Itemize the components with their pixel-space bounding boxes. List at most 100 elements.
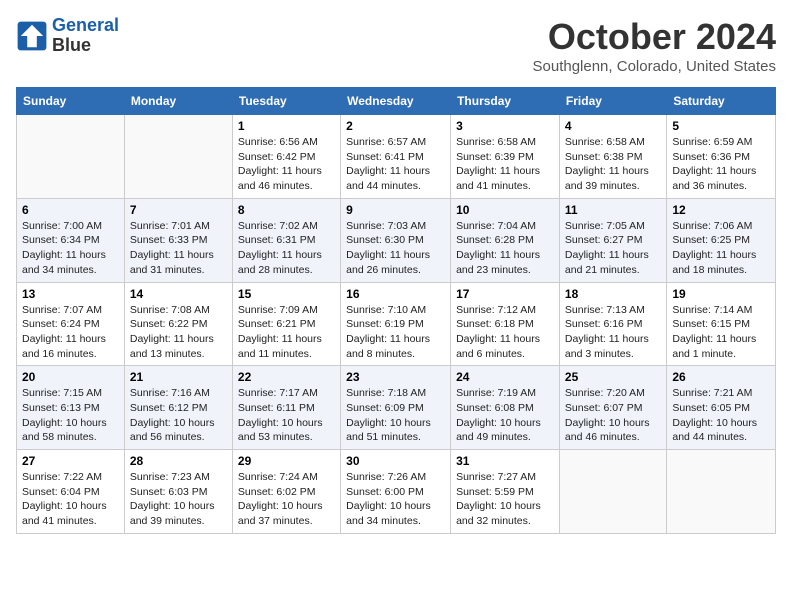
day-number: 28 bbox=[130, 454, 227, 468]
day-info: Sunrise: 6:56 AM Sunset: 6:42 PM Dayligh… bbox=[238, 135, 335, 194]
weekday-header: Wednesday bbox=[341, 88, 451, 115]
day-info: Sunrise: 7:02 AM Sunset: 6:31 PM Dayligh… bbox=[238, 219, 335, 278]
day-info: Sunrise: 7:21 AM Sunset: 6:05 PM Dayligh… bbox=[672, 386, 770, 445]
day-number: 21 bbox=[130, 370, 227, 384]
day-info: Sunrise: 7:20 AM Sunset: 6:07 PM Dayligh… bbox=[565, 386, 661, 445]
weekday-header: Friday bbox=[559, 88, 666, 115]
day-number: 11 bbox=[565, 203, 661, 217]
page-header: General Blue October 2024 Southglenn, Co… bbox=[16, 16, 776, 75]
day-number: 23 bbox=[346, 370, 445, 384]
day-number: 7 bbox=[130, 203, 227, 217]
day-info: Sunrise: 6:58 AM Sunset: 6:38 PM Dayligh… bbox=[565, 135, 661, 194]
day-info: Sunrise: 7:15 AM Sunset: 6:13 PM Dayligh… bbox=[22, 386, 119, 445]
day-number: 13 bbox=[22, 287, 119, 301]
calendar-week-row: 6 Sunrise: 7:00 AM Sunset: 6:34 PM Daylig… bbox=[17, 198, 776, 282]
day-number: 1 bbox=[238, 119, 335, 133]
day-info: Sunrise: 7:18 AM Sunset: 6:09 PM Dayligh… bbox=[346, 386, 445, 445]
calendar-cell: 4 Sunrise: 6:58 AM Sunset: 6:38 PM Daylig… bbox=[559, 115, 666, 199]
day-info: Sunrise: 7:04 AM Sunset: 6:28 PM Dayligh… bbox=[456, 219, 554, 278]
day-info: Sunrise: 7:26 AM Sunset: 6:00 PM Dayligh… bbox=[346, 470, 445, 529]
calendar-week-row: 20 Sunrise: 7:15 AM Sunset: 6:13 PM Dayli… bbox=[17, 366, 776, 450]
calendar-cell: 12 Sunrise: 7:06 AM Sunset: 6:25 PM Dayli… bbox=[667, 198, 776, 282]
calendar-cell: 26 Sunrise: 7:21 AM Sunset: 6:05 PM Dayli… bbox=[667, 366, 776, 450]
day-number: 30 bbox=[346, 454, 445, 468]
day-number: 14 bbox=[130, 287, 227, 301]
day-number: 27 bbox=[22, 454, 119, 468]
calendar-week-row: 1 Sunrise: 6:56 AM Sunset: 6:42 PM Daylig… bbox=[17, 115, 776, 199]
day-info: Sunrise: 6:58 AM Sunset: 6:39 PM Dayligh… bbox=[456, 135, 554, 194]
day-info: Sunrise: 7:13 AM Sunset: 6:16 PM Dayligh… bbox=[565, 303, 661, 362]
day-number: 26 bbox=[672, 370, 770, 384]
calendar-week-row: 13 Sunrise: 7:07 AM Sunset: 6:24 PM Dayli… bbox=[17, 282, 776, 366]
day-number: 22 bbox=[238, 370, 335, 384]
calendar-cell bbox=[17, 115, 125, 199]
calendar-cell: 14 Sunrise: 7:08 AM Sunset: 6:22 PM Dayli… bbox=[124, 282, 232, 366]
weekday-header: Monday bbox=[124, 88, 232, 115]
day-info: Sunrise: 7:27 AM Sunset: 5:59 PM Dayligh… bbox=[456, 470, 554, 529]
title-block: October 2024 Southglenn, Colorado, Unite… bbox=[533, 16, 777, 75]
day-number: 18 bbox=[565, 287, 661, 301]
calendar-cell: 24 Sunrise: 7:19 AM Sunset: 6:08 PM Dayli… bbox=[451, 366, 560, 450]
calendar-cell: 27 Sunrise: 7:22 AM Sunset: 6:04 PM Dayli… bbox=[17, 450, 125, 534]
calendar-cell: 31 Sunrise: 7:27 AM Sunset: 5:59 PM Dayli… bbox=[451, 450, 560, 534]
day-info: Sunrise: 7:03 AM Sunset: 6:30 PM Dayligh… bbox=[346, 219, 445, 278]
calendar-cell: 17 Sunrise: 7:12 AM Sunset: 6:18 PM Dayli… bbox=[451, 282, 560, 366]
day-number: 19 bbox=[672, 287, 770, 301]
calendar-cell: 10Sunrise: 7:04 AM Sunset: 6:28 PM Dayli… bbox=[451, 198, 560, 282]
day-number: 16 bbox=[346, 287, 445, 301]
day-info: Sunrise: 7:14 AM Sunset: 6:15 PM Dayligh… bbox=[672, 303, 770, 362]
calendar-cell bbox=[124, 115, 232, 199]
month-title: October 2024 bbox=[533, 16, 777, 58]
calendar-cell: 28 Sunrise: 7:23 AM Sunset: 6:03 PM Dayli… bbox=[124, 450, 232, 534]
day-number: 31 bbox=[456, 454, 554, 468]
day-info: Sunrise: 7:19 AM Sunset: 6:08 PM Dayligh… bbox=[456, 386, 554, 445]
day-info: Sunrise: 7:07 AM Sunset: 6:24 PM Dayligh… bbox=[22, 303, 119, 362]
calendar-cell: 11 Sunrise: 7:05 AM Sunset: 6:27 PM Dayli… bbox=[559, 198, 666, 282]
day-info: Sunrise: 7:06 AM Sunset: 6:25 PM Dayligh… bbox=[672, 219, 770, 278]
calendar-cell: 9 Sunrise: 7:03 AM Sunset: 6:30 PM Daylig… bbox=[341, 198, 451, 282]
day-info: Sunrise: 7:23 AM Sunset: 6:03 PM Dayligh… bbox=[130, 470, 227, 529]
day-info: Sunrise: 6:57 AM Sunset: 6:41 PM Dayligh… bbox=[346, 135, 445, 194]
day-number: 5 bbox=[672, 119, 770, 133]
day-number: 4 bbox=[565, 119, 661, 133]
day-info: Sunrise: 7:00 AM Sunset: 6:34 PM Dayligh… bbox=[22, 219, 119, 278]
logo-text: General Blue bbox=[52, 16, 119, 56]
calendar-cell bbox=[667, 450, 776, 534]
calendar-cell: 22 Sunrise: 7:17 AM Sunset: 6:11 PM Dayli… bbox=[232, 366, 340, 450]
calendar-week-row: 27 Sunrise: 7:22 AM Sunset: 6:04 PM Dayli… bbox=[17, 450, 776, 534]
calendar-cell: 5 Sunrise: 6:59 AM Sunset: 6:36 PM Daylig… bbox=[667, 115, 776, 199]
day-info: Sunrise: 7:16 AM Sunset: 6:12 PM Dayligh… bbox=[130, 386, 227, 445]
day-number: 29 bbox=[238, 454, 335, 468]
calendar-cell: 6 Sunrise: 7:00 AM Sunset: 6:34 PM Daylig… bbox=[17, 198, 125, 282]
day-info: Sunrise: 7:08 AM Sunset: 6:22 PM Dayligh… bbox=[130, 303, 227, 362]
day-number: 17 bbox=[456, 287, 554, 301]
calendar-cell: 30 Sunrise: 7:26 AM Sunset: 6:00 PM Dayli… bbox=[341, 450, 451, 534]
weekday-header: Saturday bbox=[667, 88, 776, 115]
calendar-cell: 3 Sunrise: 6:58 AM Sunset: 6:39 PM Daylig… bbox=[451, 115, 560, 199]
day-info: Sunrise: 7:05 AM Sunset: 6:27 PM Dayligh… bbox=[565, 219, 661, 278]
day-number: 25 bbox=[565, 370, 661, 384]
day-number: 24 bbox=[456, 370, 554, 384]
day-number: 3 bbox=[456, 119, 554, 133]
day-number: 2 bbox=[346, 119, 445, 133]
calendar-cell: 2 Sunrise: 6:57 AM Sunset: 6:41 PM Daylig… bbox=[341, 115, 451, 199]
calendar-cell: 1 Sunrise: 6:56 AM Sunset: 6:42 PM Daylig… bbox=[232, 115, 340, 199]
day-info: Sunrise: 7:17 AM Sunset: 6:11 PM Dayligh… bbox=[238, 386, 335, 445]
day-number: 12 bbox=[672, 203, 770, 217]
day-number: 9 bbox=[346, 203, 445, 217]
day-number: 6 bbox=[22, 203, 119, 217]
calendar-cell: 19 Sunrise: 7:14 AM Sunset: 6:15 PM Dayli… bbox=[667, 282, 776, 366]
day-info: Sunrise: 6:59 AM Sunset: 6:36 PM Dayligh… bbox=[672, 135, 770, 194]
day-number: 8 bbox=[238, 203, 335, 217]
calendar-table: SundayMondayTuesdayWednesdayThursdayFrid… bbox=[16, 87, 776, 534]
weekday-header: Sunday bbox=[17, 88, 125, 115]
day-info: Sunrise: 7:22 AM Sunset: 6:04 PM Dayligh… bbox=[22, 470, 119, 529]
day-info: Sunrise: 7:09 AM Sunset: 6:21 PM Dayligh… bbox=[238, 303, 335, 362]
day-number: 15 bbox=[238, 287, 335, 301]
calendar-cell: 20 Sunrise: 7:15 AM Sunset: 6:13 PM Dayli… bbox=[17, 366, 125, 450]
day-info: Sunrise: 7:12 AM Sunset: 6:18 PM Dayligh… bbox=[456, 303, 554, 362]
day-number: 20 bbox=[22, 370, 119, 384]
calendar-body: 1 Sunrise: 6:56 AM Sunset: 6:42 PM Daylig… bbox=[17, 115, 776, 534]
weekday-header: Tuesday bbox=[232, 88, 340, 115]
calendar-cell: 25 Sunrise: 7:20 AM Sunset: 6:07 PM Dayli… bbox=[559, 366, 666, 450]
